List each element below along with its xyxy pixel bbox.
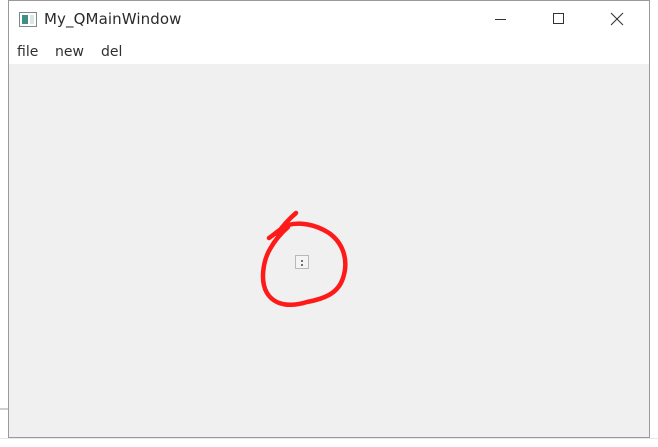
- app-window-icon: [19, 12, 37, 27]
- app-icon-pane: [22, 15, 28, 24]
- minimize-icon: [495, 19, 506, 20]
- maximize-icon: [553, 13, 564, 24]
- app-icon-bar: [30, 15, 34, 24]
- main-window: My_QMainWindow file new del: [8, 0, 650, 438]
- menu-del[interactable]: del: [101, 44, 122, 60]
- empty-widget-icon[interactable]: [295, 255, 309, 269]
- screenshot-canvas: My_QMainWindow file new del: [0, 0, 658, 447]
- close-button[interactable]: [594, 1, 640, 39]
- background-divider: [0, 438, 658, 439]
- widget-dot: [301, 264, 303, 266]
- central-widget-area: [9, 64, 649, 437]
- maximize-button[interactable]: [536, 1, 582, 39]
- title-bar[interactable]: My_QMainWindow: [9, 1, 649, 39]
- window-title: My_QMainWindow: [44, 10, 182, 28]
- minimize-button[interactable]: [478, 1, 524, 39]
- widget-dot: [301, 260, 303, 262]
- menu-bar: file new del: [9, 39, 649, 64]
- close-icon: [610, 12, 624, 26]
- menu-file[interactable]: file: [17, 44, 38, 60]
- menu-new[interactable]: new: [55, 44, 84, 60]
